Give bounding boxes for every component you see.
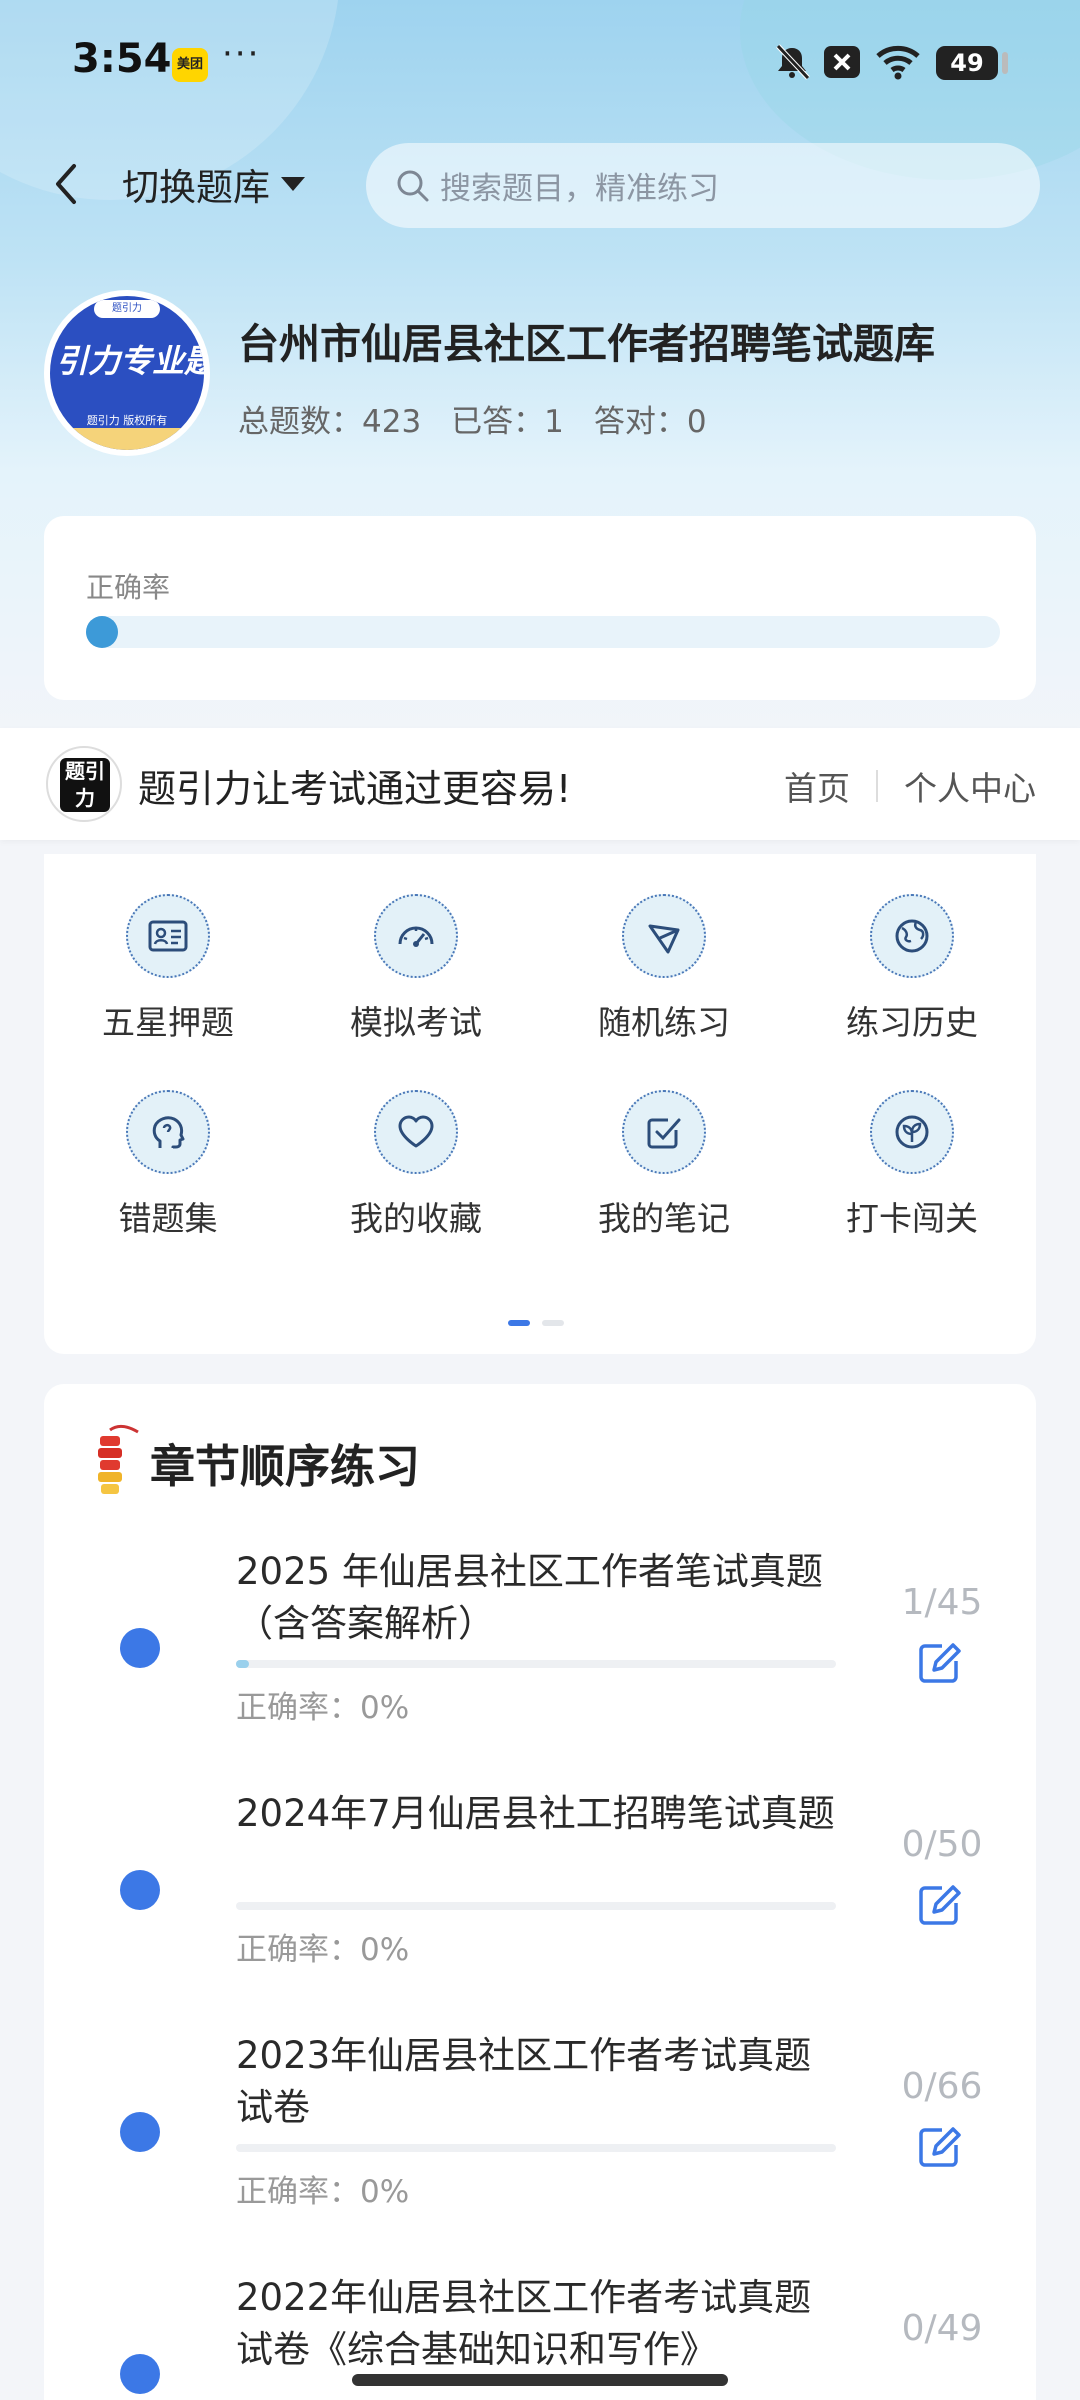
accuracy-card: 正确率 xyxy=(44,516,1036,700)
chapter-bullet xyxy=(120,1870,160,1910)
chapter-item[interactable]: 2025 年仙居县社区工作者笔试真题（含答案解析） 正确率：0% 1/45 xyxy=(44,1546,1036,1776)
feature-five-star[interactable]: 五星押题 xyxy=(44,894,292,1044)
stat-answered: 已答：1 xyxy=(451,404,564,440)
wifi-icon xyxy=(876,45,920,80)
firecracker-icon xyxy=(98,1424,139,1494)
feature-label: 我的笔记 xyxy=(598,1199,730,1238)
chapter-count: 0/66 xyxy=(901,2066,983,2107)
brand-logo: 题引力 xyxy=(46,746,122,822)
feature-grid: 五星押题 模拟考试 随机练习 练习历史 错题集 我的收藏 我的笔记 打卡闯关 xyxy=(44,894,1036,1240)
feature-wrong-set[interactable]: 错题集 xyxy=(44,1090,292,1240)
chapter-item[interactable]: 2024年7月仙居县社工招聘笔试真题 正确率：0% 0/50 xyxy=(44,1788,1036,2018)
chapter-progress-track xyxy=(236,2144,836,2152)
chapter-item[interactable]: 2023年仙居县社区工作者考试真题试卷 正确率：0% 0/66 xyxy=(44,2030,1036,2260)
status-time: 3:54 xyxy=(72,36,172,82)
search-placeholder: 搜索题目，精准练习 xyxy=(440,171,719,207)
home-indicator[interactable] xyxy=(352,2374,728,2386)
bank-logo: 题引力 引力专业题 题引力 版权所有 xyxy=(44,290,210,456)
sprout-icon xyxy=(895,1115,929,1149)
page-dot xyxy=(542,1320,564,1326)
logo-subtext: 题引力 版权所有 xyxy=(86,414,168,427)
edit-icon[interactable] xyxy=(916,1882,962,1928)
network-icon xyxy=(648,924,680,954)
chapter-bullet xyxy=(120,2112,160,2152)
feature-label: 错题集 xyxy=(118,1199,218,1238)
id-card-icon xyxy=(148,920,188,952)
meituan-badge-icon: 美团 xyxy=(172,48,208,82)
stat-correct: 答对：0 xyxy=(593,404,707,440)
feature-mock-exam[interactable]: 模拟考试 xyxy=(292,894,540,1044)
chapter-progress-track xyxy=(236,1902,836,1910)
feature-label: 五星押题 xyxy=(102,1003,234,1042)
promo-bar: 题引力 题引力让考试通过更容易! 首页 个人中心 xyxy=(0,728,1080,840)
chapter-title: 2022年仙居县社区工作者考试真题试卷《综合基础知识和写作》 xyxy=(236,2276,812,2371)
page-indicator xyxy=(508,1320,564,1326)
chapter-count: 0/50 xyxy=(901,1824,983,1865)
chapter-bullet xyxy=(120,2354,160,2394)
chapter-title: 2023年仙居县社区工作者考试真题试卷 xyxy=(236,2034,812,2129)
chapter-count: 0/49 xyxy=(901,2308,983,2349)
feature-random-practice[interactable]: 随机练习 xyxy=(540,894,788,1044)
promo-slogan: 题引力让考试通过更容易! xyxy=(138,767,572,811)
chapter-practice-card: 章节顺序练习 2025 年仙居县社区工作者笔试真题（含答案解析） 正确率：0% … xyxy=(44,1384,1036,2400)
switch-bank-label: 切换题库 xyxy=(122,166,270,209)
accuracy-label: 正确率 xyxy=(86,571,171,604)
status-bar: 3:54 美团 ··· 49 xyxy=(0,0,1080,120)
feature-label: 我的收藏 xyxy=(350,1199,482,1238)
checkbox-icon xyxy=(647,1118,681,1149)
feature-label: 随机练习 xyxy=(598,1003,730,1042)
search-icon xyxy=(397,170,429,201)
logo-wave xyxy=(50,428,204,450)
feature-favorites[interactable]: 我的收藏 xyxy=(292,1090,540,1240)
feature-grid-card: 五星押题 模拟考试 随机练习 练习历史 错题集 我的收藏 我的笔记 打卡闯关 xyxy=(44,854,1036,1354)
battery-icon: 49 xyxy=(936,46,1008,80)
brand-logo-text: 题引力 xyxy=(60,758,110,812)
bell-off-icon xyxy=(776,44,810,80)
edit-icon[interactable] xyxy=(916,1640,962,1686)
caret-down-icon xyxy=(281,177,305,191)
chapter-accuracy: 正确率：0% xyxy=(236,1932,410,1968)
bank-stats: 总题数：423 已答：1 答对：0 xyxy=(238,396,707,441)
chapter-accuracy: 正确率：0% xyxy=(236,2174,410,2210)
feature-history[interactable]: 练习历史 xyxy=(788,894,1036,1044)
stat-total: 总题数：423 xyxy=(238,404,422,440)
globe-icon xyxy=(895,919,929,953)
nav-home-link[interactable]: 首页 xyxy=(784,762,850,810)
logo-text: 引力专业题 xyxy=(55,342,204,380)
chapter-count: 1/45 xyxy=(901,1582,983,1623)
sim-x-icon xyxy=(824,46,860,78)
accuracy-progress-track xyxy=(86,616,1000,648)
page-dot-active xyxy=(508,1320,530,1326)
chapter-title: 2025 年仙居县社区工作者笔试真题（含答案解析） xyxy=(236,1550,823,1645)
feature-label: 练习历史 xyxy=(846,1003,978,1042)
nav-divider xyxy=(876,770,878,802)
switch-bank-button[interactable]: 切换题库 xyxy=(122,158,306,210)
chapter-accuracy: 正确率：0% xyxy=(236,1690,410,1726)
feature-label: 模拟考试 xyxy=(350,1003,482,1042)
chapter-title: 2024年7月仙居县社工招聘笔试真题 xyxy=(236,1792,835,1835)
search-input[interactable]: 搜索题目，精准练习 xyxy=(366,143,1040,228)
chapter-heading: 章节顺序练习 xyxy=(150,1439,421,1493)
chapter-header: 章节顺序练习 xyxy=(92,1422,420,1502)
feature-label: 打卡闯关 xyxy=(846,1199,978,1238)
heart-icon xyxy=(398,1115,434,1148)
chapter-bullet xyxy=(120,1628,160,1668)
edit-icon[interactable] xyxy=(916,2124,962,2170)
chapter-progress-fill xyxy=(236,1660,250,1668)
bank-title: 台州市仙居县社区工作者招聘笔试题库 xyxy=(238,320,935,368)
accuracy-progress-fill xyxy=(86,616,118,648)
speedometer-icon xyxy=(398,926,434,947)
head-icon xyxy=(152,1116,185,1149)
feature-notes[interactable]: 我的笔记 xyxy=(540,1090,788,1240)
more-notifications-icon: ··· xyxy=(222,34,261,74)
back-arrow-icon[interactable] xyxy=(44,158,88,210)
logo-top-label: 题引力 xyxy=(94,300,160,318)
nav-profile-link[interactable]: 个人中心 xyxy=(904,762,1036,810)
feature-checkin[interactable]: 打卡闯关 xyxy=(788,1090,1036,1240)
promo-nav: 首页 个人中心 xyxy=(784,762,1036,810)
chapter-progress-track xyxy=(236,1660,836,1668)
